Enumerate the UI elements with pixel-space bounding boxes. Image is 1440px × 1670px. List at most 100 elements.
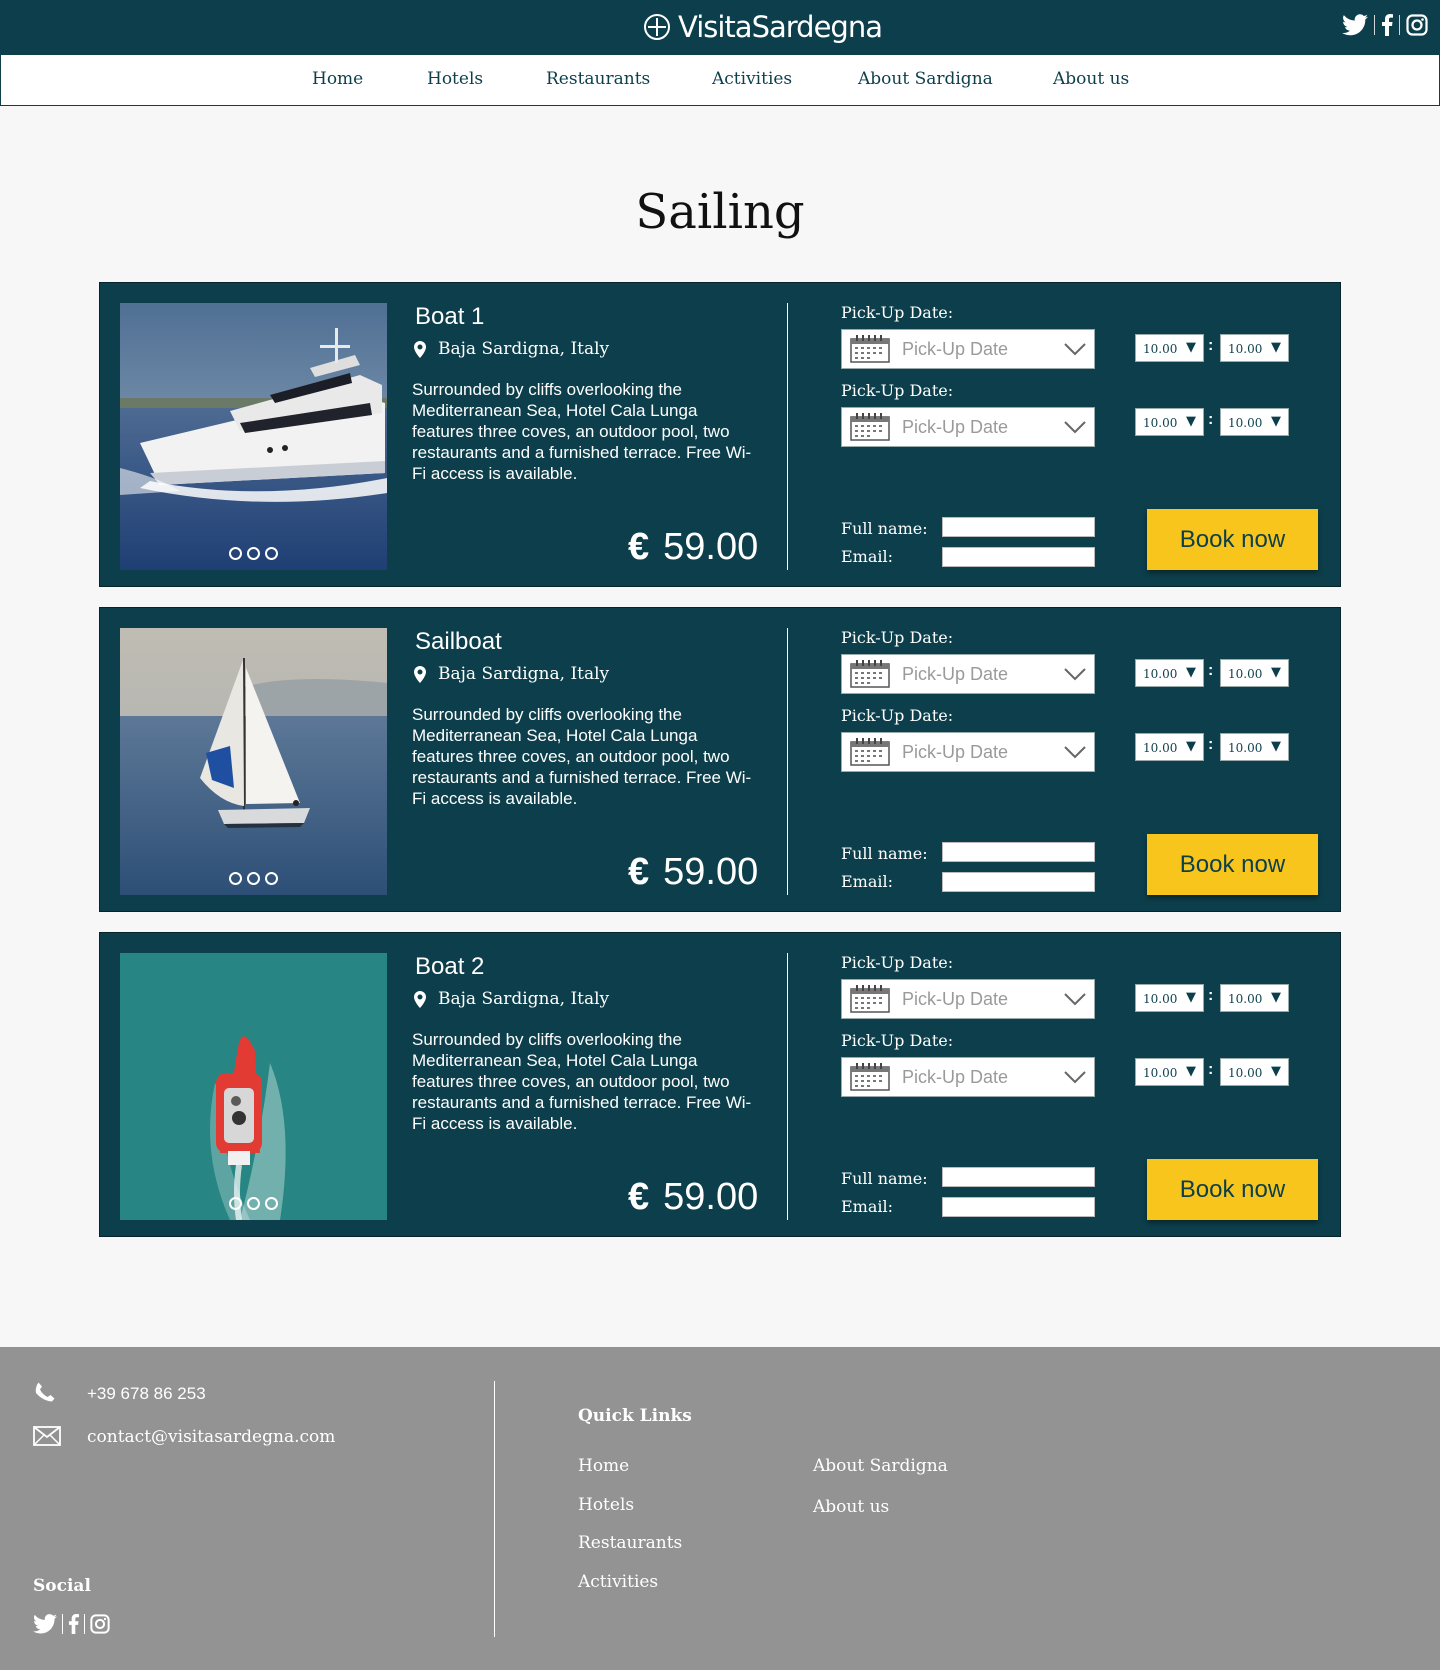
carousel-dots[interactable] [120,547,387,560]
nav-restaurants[interactable]: Restaurants [546,69,650,89]
listing-card: Boat 1 Baja Sardigna, Italy Surrounded b… [99,282,1341,587]
carousel-dots[interactable] [120,1197,387,1210]
pickup-date-input[interactable]: Pick-Up Date [841,732,1095,772]
card-divider [787,953,788,1220]
pickup-date-input[interactable]: Pick-Up Date [841,407,1095,447]
full-name-field[interactable] [942,1167,1095,1187]
carousel-dot[interactable] [229,547,242,560]
location-text: Baja Sardigna, Italy [438,664,610,684]
instagram-icon[interactable] [90,1614,110,1634]
facebook-icon[interactable] [1381,14,1393,36]
facebook-icon[interactable] [68,1614,79,1634]
pickup-date-input[interactable]: Pick-Up Date [841,979,1095,1019]
location-text: Baja Sardigna, Italy [438,989,610,1009]
chevron-down-icon [1064,993,1086,1006]
full-name-label: Full name: [841,844,928,863]
footer-link-home[interactable]: Home [578,1456,629,1476]
listing-description: Surrounded by cliffs overlooking the Med… [412,1030,752,1133]
email-field[interactable] [942,872,1095,892]
footer-link-hotels[interactable]: Hotels [578,1495,634,1515]
footer-link-restaurants[interactable]: Restaurants [578,1533,682,1553]
nav-about-us[interactable]: About us [1053,69,1129,89]
email-field[interactable] [942,1197,1095,1217]
dropdown-arrow-icon: ▼ [1186,665,1196,680]
nav-activities[interactable]: Activities [712,69,792,89]
pickup-label: Pick-Up Date: [841,628,954,647]
hour-select[interactable]: 10.00 ▼ [1135,1058,1204,1086]
carousel-dot[interactable] [265,872,278,885]
footer-email[interactable]: contact@visitasardegna.com [87,1427,335,1447]
carousel-dot[interactable] [247,1197,260,1210]
nav-about-sardigna[interactable]: About Sardigna [858,69,993,89]
full-name-field[interactable] [942,842,1095,862]
pickup-date-input[interactable]: Pick-Up Date [841,654,1095,694]
listing-photo[interactable] [120,303,387,570]
price-value: 59.00 [663,526,759,568]
email-field[interactable] [942,547,1095,567]
hour-select[interactable]: 10.00 ▼ [1135,984,1204,1012]
twitter-icon[interactable] [1342,14,1368,36]
listing-price: €59.00 [628,851,758,894]
hour-select[interactable]: 10.00 ▼ [1135,659,1204,687]
sailboat-image [120,628,387,895]
minute-select[interactable]: 10.00 ▼ [1220,408,1289,436]
minute-select[interactable]: 10.00 ▼ [1220,1058,1289,1086]
instagram-icon[interactable] [1406,14,1428,36]
nav-hotels[interactable]: Hotels [427,69,483,89]
footer-link-about-us[interactable]: About us [813,1497,889,1517]
hour-select[interactable]: 10.00 ▼ [1135,733,1204,761]
book-now-button[interactable]: Book now [1147,1159,1318,1220]
carousel-dot[interactable] [247,872,260,885]
book-now-button[interactable]: Book now [1147,509,1318,570]
carousel-dots[interactable] [120,872,387,885]
listing-price: €59.00 [628,1176,758,1219]
carousel-dot[interactable] [229,1197,242,1210]
listing-description: Surrounded by cliffs overlooking the Med… [412,380,752,483]
carousel-dot[interactable] [265,547,278,560]
carousel-dot[interactable] [229,872,242,885]
pickup-date-placeholder: Pick-Up Date [902,1066,1009,1087]
book-now-button[interactable]: Book now [1147,834,1318,895]
footer-phone[interactable]: +39 678 86 253 [87,1384,206,1404]
dropdown-arrow-icon: ▼ [1271,665,1281,680]
currency-symbol: € [628,526,650,568]
speedboat-image [120,953,387,1220]
time-separator: : [1208,987,1214,1004]
carousel-dot[interactable] [265,1197,278,1210]
hour-value: 10.00 [1143,416,1178,430]
pickup-date-placeholder: Pick-Up Date [902,663,1009,684]
minute-select[interactable]: 10.00 ▼ [1220,733,1289,761]
hour-value: 10.00 [1143,342,1178,356]
email-label: Email: [841,1197,894,1216]
calendar-icon [850,413,890,441]
twitter-icon[interactable] [33,1614,57,1634]
brand-logo[interactable]: VisitaSardegna [644,8,883,46]
listing-title: Boat 2 [415,953,485,980]
footer: +39 678 86 253 contact@visitasardegna.co… [0,1347,1440,1670]
hour-select[interactable]: 10.00 ▼ [1135,408,1204,436]
minute-value: 10.00 [1228,992,1263,1006]
price-value: 59.00 [663,851,759,893]
email-label: Email: [841,547,894,566]
pickup-date-input[interactable]: Pick-Up Date [841,329,1095,369]
minute-select[interactable]: 10.00 ▼ [1220,984,1289,1012]
footer-link-activities[interactable]: Activities [578,1572,658,1592]
listing-photo[interactable] [120,628,387,895]
dropdown-arrow-icon: ▼ [1186,990,1196,1005]
dropdown-arrow-icon: ▼ [1271,340,1281,355]
pickup-label: Pick-Up Date: [841,1031,954,1050]
nav-home[interactable]: Home [312,69,363,89]
map-pin-icon [414,990,426,1008]
full-name-field[interactable] [942,517,1095,537]
yacht-image [120,303,387,570]
minute-select[interactable]: 10.00 ▼ [1220,334,1289,362]
page-title: Sailing [635,184,805,240]
minute-select[interactable]: 10.00 ▼ [1220,659,1289,687]
footer-link-about-sardigna[interactable]: About Sardigna [813,1456,948,1476]
hour-select[interactable]: 10.00 ▼ [1135,334,1204,362]
carousel-dot[interactable] [247,547,260,560]
listing-photo[interactable] [120,953,387,1220]
pickup-date-input[interactable]: Pick-Up Date [841,1057,1095,1097]
divider [1374,15,1375,35]
time-separator: : [1208,411,1214,428]
